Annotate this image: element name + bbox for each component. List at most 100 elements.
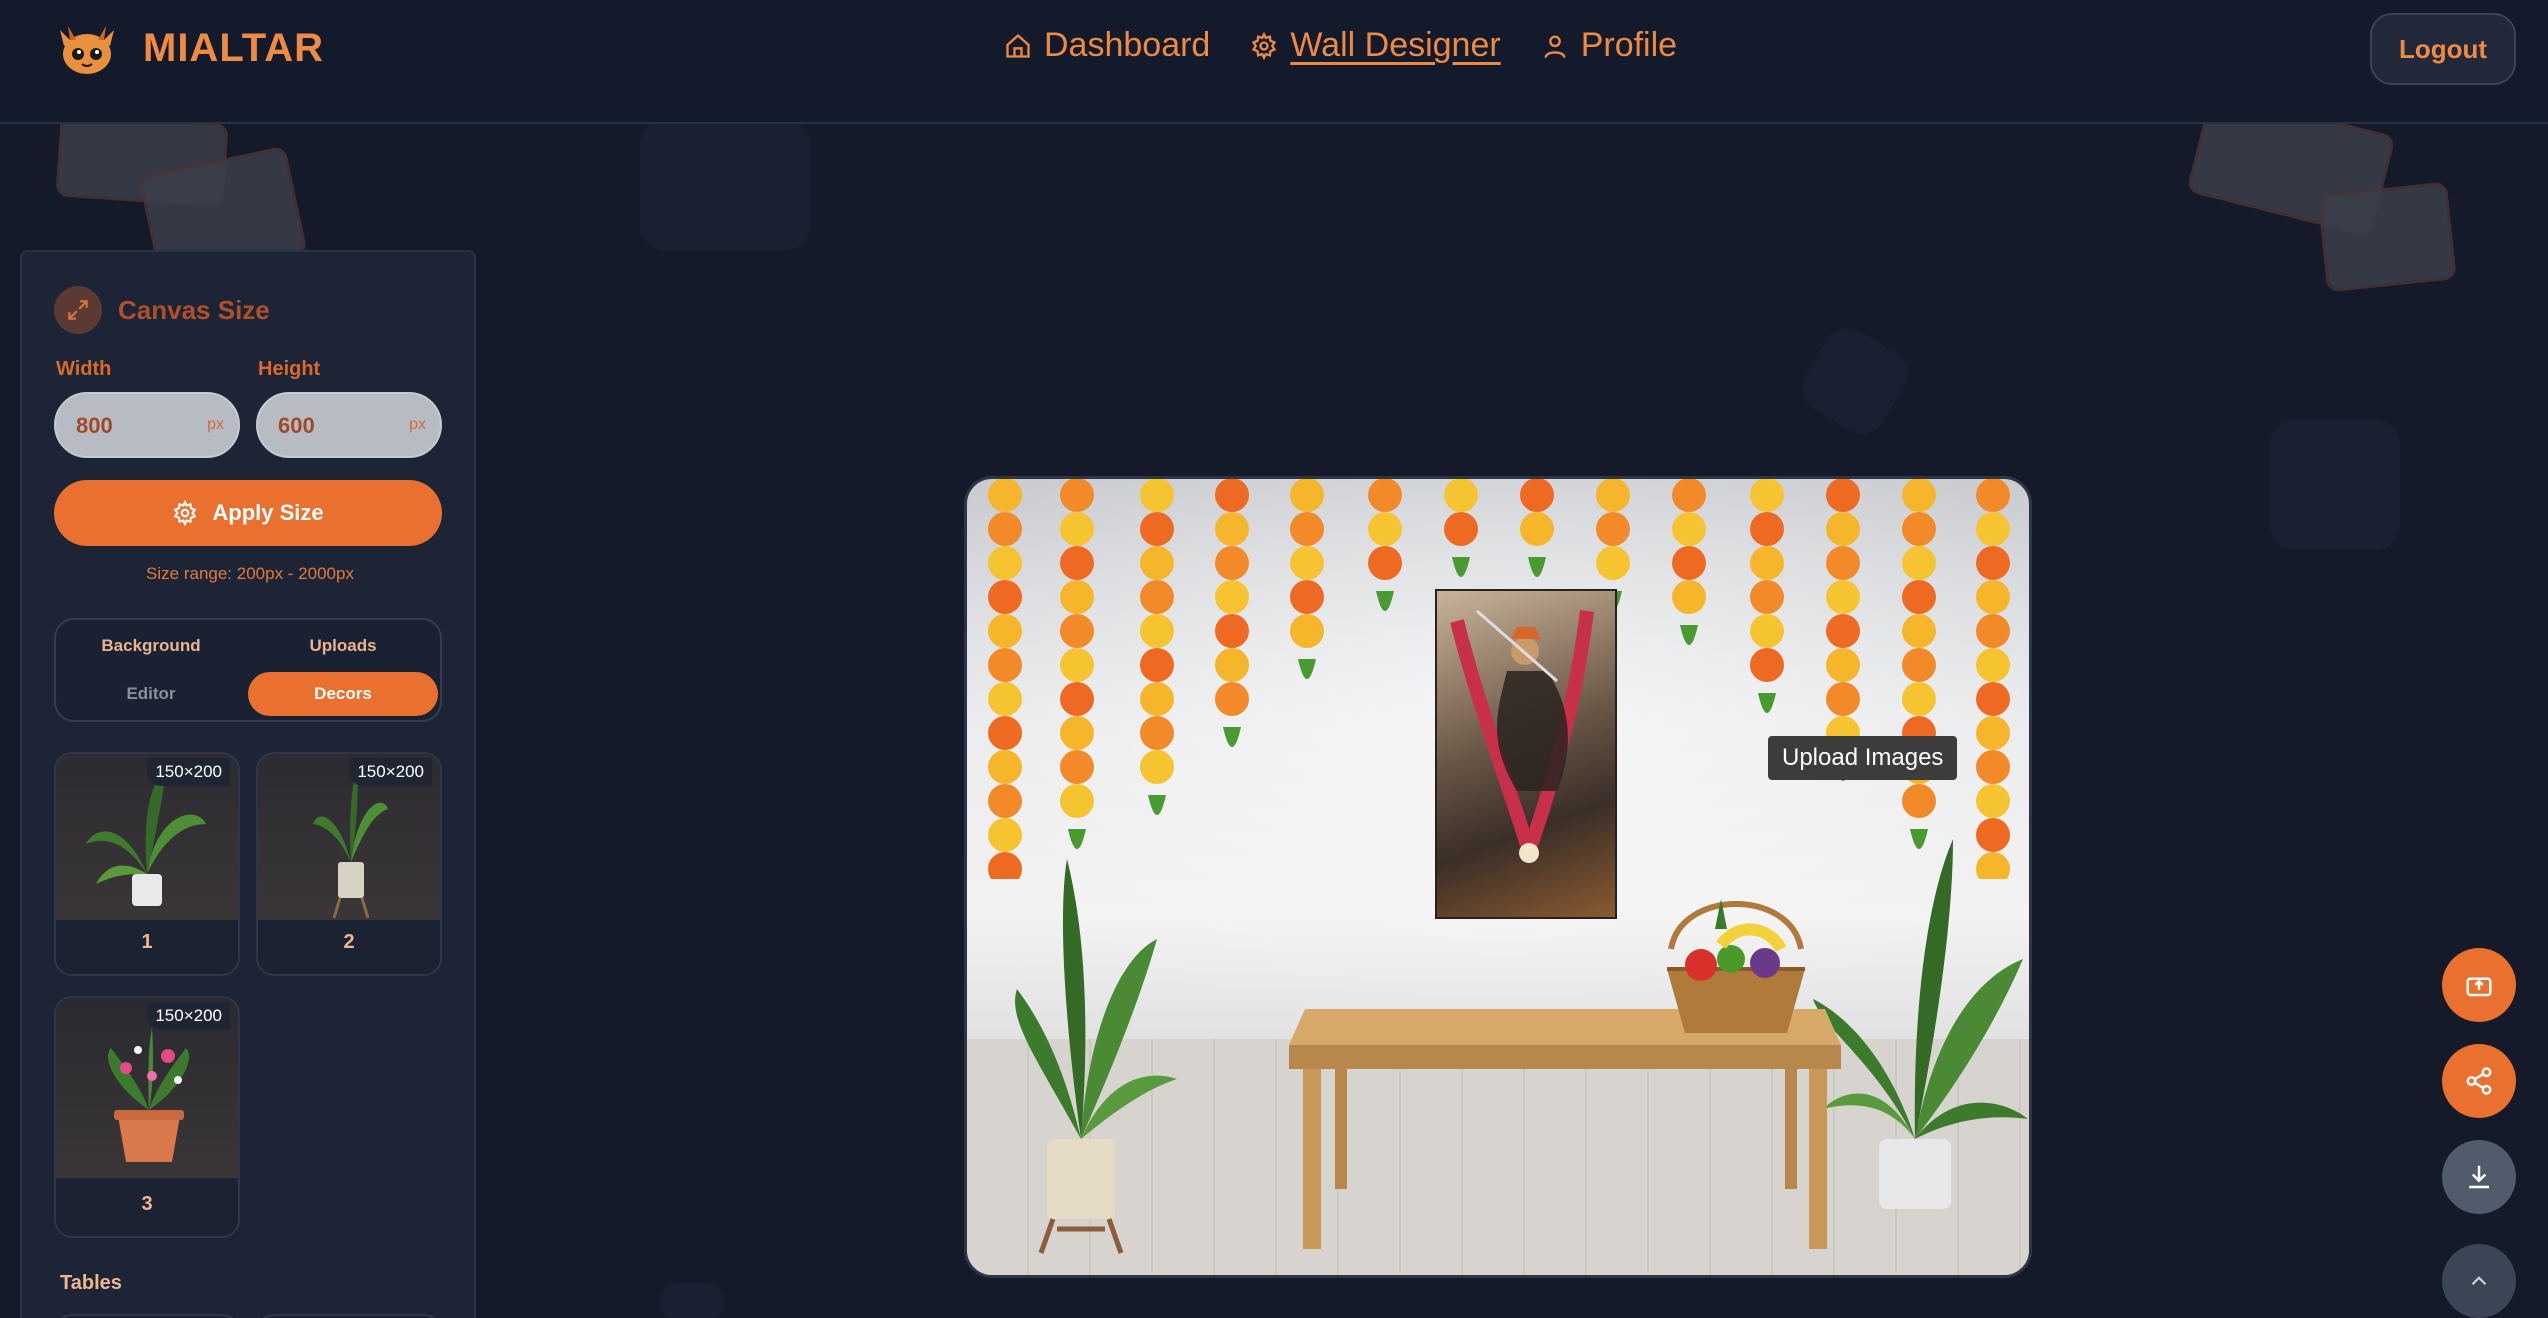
- garland-leaf: [1148, 795, 1166, 815]
- design-canvas[interactable]: [964, 476, 2032, 1278]
- marigold-flower: [1215, 512, 1249, 546]
- height-label: Height: [258, 358, 321, 380]
- decor-card[interactable]: 150×200 3: [54, 996, 240, 1238]
- decorative-block: [2270, 420, 2400, 550]
- decor-card[interactable]: 150×200 1: [54, 752, 240, 976]
- marigold-flower: [988, 682, 1022, 716]
- height-field[interactable]: px: [256, 392, 442, 458]
- tab-editor[interactable]: Editor: [56, 672, 246, 716]
- marigold-flower: [1750, 546, 1784, 580]
- decor-card[interactable]: [54, 1314, 240, 1318]
- marigold-flower: [1750, 614, 1784, 648]
- marigold-flower: [1976, 648, 2010, 682]
- decor-card[interactable]: 150×200 2: [256, 752, 442, 976]
- download-button[interactable]: [2442, 1140, 2516, 1214]
- canvas-size-header: Canvas Size: [54, 286, 270, 334]
- apply-size-label: Apply Size: [212, 500, 324, 525]
- marigold-flower: [1290, 479, 1324, 512]
- decor-number: 2: [343, 931, 355, 953]
- marigold-flower: [1902, 648, 1936, 682]
- marigold-flower: [1902, 682, 1936, 716]
- marigold-flower: [1976, 479, 2010, 512]
- marigold-flower: [1902, 512, 1936, 546]
- marigold-flower: [1140, 546, 1174, 580]
- marigold-flower: [1902, 784, 1936, 818]
- decorative-block: [660, 1282, 724, 1318]
- marigold-flower: [1976, 682, 2010, 716]
- marigold-flower: [988, 716, 1022, 750]
- marigold-flower: [1140, 750, 1174, 784]
- sidebar-tabs: Background Uploads Editor Decors: [54, 618, 442, 722]
- marigold-flower: [1060, 750, 1094, 784]
- nav-profile-label: Profile: [1580, 26, 1678, 64]
- garland-leaf: [1758, 693, 1776, 713]
- marigold-flower: [988, 512, 1022, 546]
- marigold-flower: [1976, 784, 2010, 818]
- marigold-flower: [1215, 479, 1249, 512]
- plant-left[interactable]: [997, 839, 1197, 1259]
- marigold-flower: [1140, 580, 1174, 614]
- marigold-flower: [1060, 682, 1094, 716]
- upload-button[interactable]: [2442, 948, 2516, 1022]
- share-button[interactable]: [2442, 1044, 2516, 1118]
- decor-card[interactable]: [256, 1314, 442, 1318]
- marigold-flower: [1596, 479, 1630, 512]
- marigold-flower: [1826, 614, 1860, 648]
- marigold-flower: [1444, 512, 1478, 546]
- marigold-flower: [1672, 479, 1706, 512]
- marigold-flower: [1902, 614, 1936, 648]
- marigold-flower: [1215, 648, 1249, 682]
- height-input[interactable]: [278, 408, 388, 444]
- brand-name[interactable]: MIALTAR: [143, 26, 324, 71]
- marigold-flower: [1672, 580, 1706, 614]
- garland-leaf: [1298, 659, 1316, 679]
- gear-icon: [1252, 31, 1277, 60]
- width-label: Width: [56, 358, 112, 380]
- marigold-flower: [1290, 614, 1324, 648]
- nav-profile[interactable]: Profile: [1541, 26, 1677, 65]
- home-icon: [1006, 33, 1030, 58]
- tab-uploads[interactable]: Uploads: [248, 624, 438, 668]
- dimension-badge: 150×200: [349, 758, 432, 786]
- nav-wall-designer[interactable]: Wall Designer: [1250, 26, 1501, 65]
- garland-leaf: [1452, 557, 1470, 577]
- scroll-top-button[interactable]: [2442, 1244, 2516, 1318]
- top-header: MIALTAR Dashboard Wall Designer Profile …: [0, 0, 2548, 124]
- marigold-flower: [1140, 716, 1174, 750]
- marigold-flower: [1976, 716, 2010, 750]
- marigold-flower: [1672, 546, 1706, 580]
- marigold-flower: [988, 750, 1022, 784]
- marigold-flower: [1140, 614, 1174, 648]
- marigold-flower: [1368, 479, 1402, 512]
- nav-dashboard[interactable]: Dashboard: [1004, 26, 1210, 65]
- chevron-up-icon: [2471, 1276, 2487, 1286]
- marigold-flower: [1826, 512, 1860, 546]
- main-nav: Dashboard Wall Designer Profile: [1004, 26, 1677, 65]
- marigold-flower: [1215, 682, 1249, 716]
- garland-leaf: [1528, 557, 1546, 577]
- tab-decors[interactable]: Decors: [248, 672, 438, 716]
- portrait-frame[interactable]: [1435, 589, 1617, 919]
- width-field[interactable]: px: [54, 392, 240, 458]
- apply-size-button[interactable]: Apply Size: [54, 480, 442, 546]
- marigold-flower: [1060, 546, 1094, 580]
- nav-wall-designer-label: Wall Designer: [1290, 26, 1501, 64]
- tables-section-title: Tables: [60, 1272, 122, 1294]
- logout-button[interactable]: Logout: [2370, 13, 2516, 85]
- marigold-flower: [1902, 479, 1936, 512]
- marigold-flower: [1368, 546, 1402, 580]
- width-input[interactable]: [76, 408, 186, 444]
- marigold-flower: [1060, 512, 1094, 546]
- marigold-flower: [1215, 546, 1249, 580]
- marigold-flower: [1060, 580, 1094, 614]
- decor-number: 1: [141, 931, 153, 953]
- marigold-flower: [1672, 512, 1706, 546]
- marigold-flower: [1750, 512, 1784, 546]
- marigold-flower: [988, 479, 1022, 512]
- tab-background[interactable]: Background: [56, 624, 246, 668]
- dimension-badge: 150×200: [147, 1002, 230, 1030]
- nav-dashboard-label: Dashboard: [1044, 26, 1211, 64]
- marigold-flower: [1520, 479, 1554, 512]
- marigold-flower: [1290, 580, 1324, 614]
- fruit-basket[interactable]: [1661, 899, 1811, 1039]
